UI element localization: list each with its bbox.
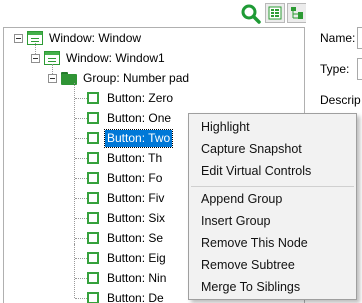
context-menu: Highlight Capture Snapshot Edit Virtual … — [188, 113, 357, 300]
button-icon — [87, 192, 99, 204]
button-icon — [87, 132, 99, 144]
menu-separator — [191, 186, 354, 187]
menu-item-remove-this-node[interactable]: Remove This Node — [201, 233, 308, 253]
tree-node-label: Button: Fo — [107, 170, 163, 185]
tree-connector — [75, 178, 87, 179]
search-button[interactable] — [240, 3, 262, 25]
collapse-toggle-window1[interactable] — [31, 54, 40, 63]
search-icon — [241, 4, 261, 24]
tree-node-button[interactable]: Button: Zero — [87, 88, 175, 108]
collapse-toggle-group[interactable] — [48, 74, 57, 83]
tree-node-button[interactable]: Button: De — [87, 288, 166, 303]
type-label: Type: — [320, 62, 350, 76]
button-icon — [87, 232, 99, 244]
button-icon — [87, 112, 99, 124]
tree-node-button[interactable]: Button: Eig — [87, 248, 168, 268]
menu-item-capture-snapshot[interactable]: Capture Snapshot — [201, 139, 302, 159]
expand-all-icon — [268, 6, 282, 20]
toolbar — [0, 0, 307, 26]
tree-connector — [75, 298, 87, 299]
menu-item-merge-to-siblings[interactable]: Merge To Siblings — [201, 277, 300, 297]
tree-node-button[interactable]: Button: Nin — [87, 268, 168, 288]
tree-layout-icon — [291, 7, 303, 19]
tree-node-label: Button: Eig — [107, 250, 166, 265]
type-field[interactable] — [357, 58, 362, 80]
button-icon — [87, 152, 99, 164]
tree-node-label: Button: Two — [103, 128, 174, 148]
tree-node-label: Button: One — [107, 110, 172, 125]
tree-node-button[interactable]: Button: Fiv — [87, 188, 166, 208]
tree-layout-button[interactable] — [287, 3, 307, 23]
menu-item-append-group[interactable]: Append Group — [201, 189, 282, 209]
button-icon — [87, 92, 99, 104]
tree-node-label: Button: Fiv — [107, 190, 165, 205]
tree-node-label: Button: Nin — [107, 270, 167, 285]
tree-connector — [75, 98, 87, 99]
button-icon — [87, 272, 99, 284]
menu-item-edit-virtual-controls[interactable]: Edit Virtual Controls — [201, 161, 311, 181]
tree-connector — [74, 244, 75, 298]
menu-item-highlight[interactable]: Highlight — [201, 117, 250, 137]
tree-node-label: Group: Number pad — [83, 70, 190, 85]
tree-node-label: Button: Zero — [107, 90, 174, 105]
tree-node-label: Button: Six — [107, 210, 166, 225]
tree-node-window1[interactable]: Window: Window1 — [44, 48, 167, 68]
tree-node-label: Window: Window — [49, 30, 142, 45]
window-icon — [44, 51, 60, 65]
tree-node-button[interactable]: Button: Th — [87, 148, 164, 168]
button-icon — [87, 252, 99, 264]
tree-node-label: Button: Se — [107, 230, 164, 245]
menu-item-insert-group[interactable]: Insert Group — [201, 211, 270, 231]
tree-connector — [75, 138, 87, 139]
tree-node-root[interactable]: Window: Window — [27, 28, 143, 48]
button-icon — [87, 172, 99, 184]
tree-connector — [75, 238, 87, 239]
tree-node-button-selected[interactable]: Button: Two — [87, 128, 174, 148]
tree-node-label: Window: Window1 — [66, 50, 165, 65]
tree-connector — [75, 198, 87, 199]
button-icon — [87, 292, 99, 303]
tree-connector — [74, 83, 75, 244]
tree-connector — [75, 158, 87, 159]
tree-node-button[interactable]: Button: One — [87, 108, 173, 128]
name-label: Name: — [320, 31, 356, 45]
tree-node-button[interactable]: Button: Fo — [87, 168, 164, 188]
menu-item-remove-subtree[interactable]: Remove Subtree — [201, 255, 295, 275]
tree-node-group[interactable]: Group: Number pad — [61, 68, 191, 88]
tree-node-button[interactable]: Button: Se — [87, 228, 165, 248]
description-label: Descrip — [320, 93, 361, 107]
tree-node-label: Button: De — [107, 290, 164, 303]
button-icon — [87, 212, 99, 224]
tree-node-label: Button: Th — [107, 150, 163, 165]
expand-all-button[interactable] — [265, 3, 285, 23]
tree-connector — [75, 278, 87, 279]
tree-connector — [75, 218, 87, 219]
tree-connector — [52, 64, 53, 74]
tree-node-button[interactable]: Button: Six — [87, 208, 167, 228]
tree-connector — [35, 43, 36, 54]
name-field[interactable] — [357, 27, 362, 49]
tree-connector — [75, 118, 87, 119]
tree-connector — [75, 258, 87, 259]
collapse-toggle-root[interactable] — [14, 34, 23, 43]
